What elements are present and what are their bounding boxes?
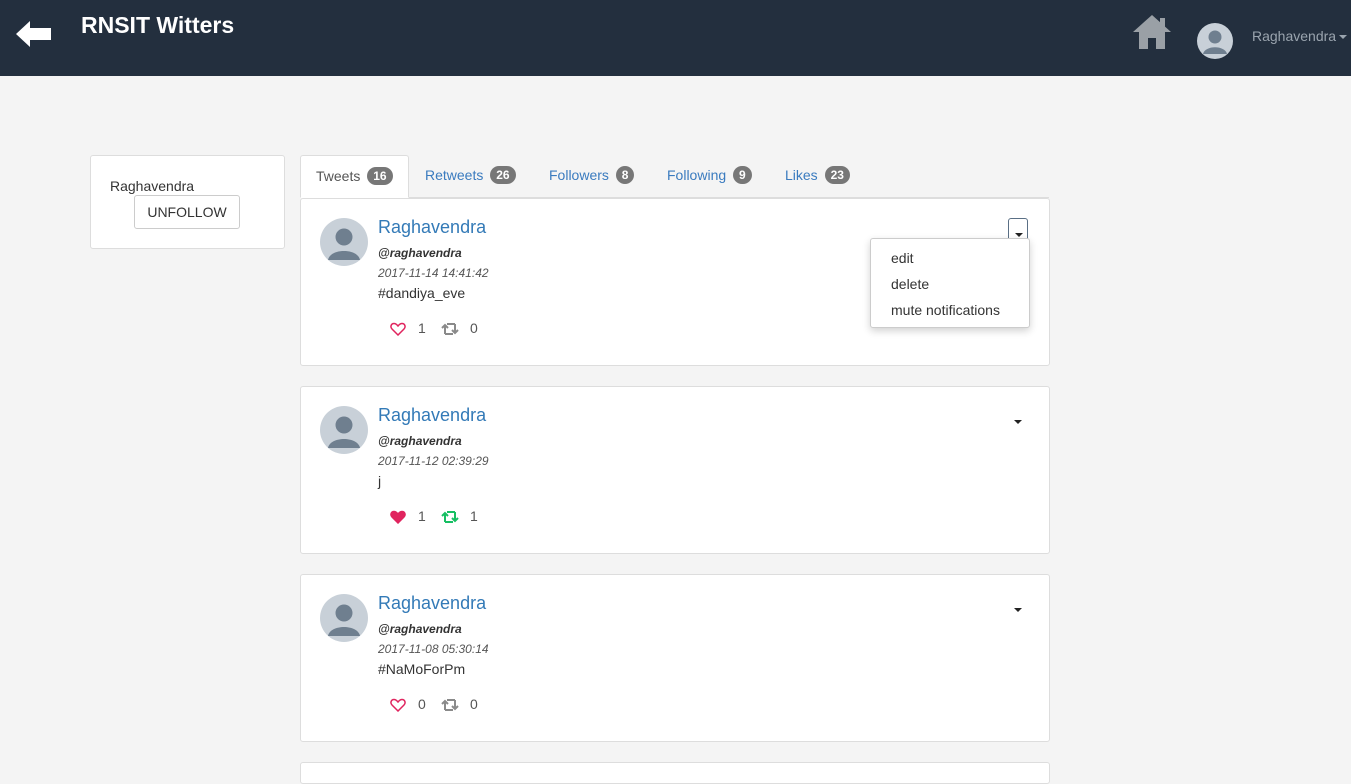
chevron-down-icon <box>1339 35 1348 40</box>
caret-down-icon <box>1014 608 1022 612</box>
unfollow-button[interactable]: UNFOLLOW <box>134 195 240 229</box>
tweet-card <box>300 762 1050 784</box>
menu-item-edit[interactable]: edit <box>891 250 914 266</box>
tweet-timestamp: 2017-11-08 05:30:14 <box>378 642 489 656</box>
profile-tabs: Tweets 16 Retweets 26 Followers 8 Follow… <box>300 155 1049 198</box>
tweet-text: #dandiya_eve <box>378 285 466 301</box>
count-badge: 9 <box>733 166 752 185</box>
heart-outline-icon[interactable] <box>390 322 406 336</box>
tweet-author-handle: @raghavendra <box>378 622 462 636</box>
tab-label: Retweets <box>425 167 484 183</box>
tab-following[interactable]: Following 9 <box>667 155 752 196</box>
avatar-icon[interactable] <box>320 406 368 454</box>
retweet-icon[interactable] <box>441 322 459 336</box>
profile-name: Raghavendra <box>110 178 195 194</box>
avatar-icon[interactable] <box>320 218 368 266</box>
caret-down-icon <box>1015 233 1023 237</box>
retweet-icon[interactable] <box>441 698 459 712</box>
heart-outline-icon[interactable] <box>390 698 406 712</box>
like-count: 1 <box>418 508 426 524</box>
retweet-count: 0 <box>470 696 478 712</box>
like-count: 0 <box>418 696 426 712</box>
count-badge: 26 <box>490 166 516 185</box>
tab-followers[interactable]: Followers 8 <box>549 155 635 196</box>
like-count: 1 <box>418 320 426 336</box>
home-icon[interactable] <box>1132 13 1172 50</box>
tweet-text: #NaMoForPm <box>378 661 466 677</box>
tweet-options-button[interactable] <box>1008 406 1028 434</box>
user-menu-label: Raghavendra <box>1252 28 1337 44</box>
tweet-card: Raghavendra @raghavendra 2017-11-08 05:3… <box>300 574 1050 742</box>
count-badge: 23 <box>824 166 850 185</box>
retweet-icon[interactable] <box>441 510 459 524</box>
menu-item-delete[interactable]: delete <box>891 276 929 292</box>
retweet-count: 1 <box>470 508 478 524</box>
tweet-author-name[interactable]: Raghavendra <box>378 593 486 614</box>
top-navbar: RNSIT Witters Raghavendra <box>0 0 1351 76</box>
profile-card: Raghavendra UNFOLLOW <box>90 155 285 249</box>
tweet-author-name[interactable]: Raghavendra <box>378 217 486 238</box>
count-badge: 8 <box>615 166 635 185</box>
count-badge: 16 <box>367 167 393 186</box>
user-menu-dropdown[interactable]: Raghavendra <box>1252 28 1348 44</box>
tab-label: Tweets <box>316 168 361 184</box>
tab-likes[interactable]: Likes 23 <box>785 155 850 196</box>
tweet-options-button[interactable] <box>1008 594 1028 622</box>
retweet-count: 0 <box>470 320 478 336</box>
tweet-author-handle: @raghavendra <box>378 434 462 448</box>
tab-retweets[interactable]: Retweets 26 <box>425 155 516 196</box>
heart-filled-icon[interactable] <box>390 510 406 524</box>
tweet-author-handle: @raghavendra <box>378 246 462 260</box>
tab-label: Likes <box>785 167 818 183</box>
caret-down-icon <box>1014 420 1022 424</box>
menu-item-mute-notifications[interactable]: mute notifications <box>891 302 1000 318</box>
tweet-card: Raghavendra @raghavendra 2017-11-12 02:3… <box>300 386 1050 554</box>
app-title: RNSIT Witters <box>81 12 235 38</box>
user-avatar-icon[interactable] <box>1197 23 1233 59</box>
back-arrow-icon[interactable] <box>14 18 54 50</box>
tweet-options-menu: edit delete mute notifications <box>870 238 1030 328</box>
tweet-author-name[interactable]: Raghavendra <box>378 405 486 426</box>
tweet-timestamp: 2017-11-12 02:39:29 <box>378 454 489 468</box>
tweet-timestamp: 2017-11-14 14:41:42 <box>378 266 489 280</box>
avatar-icon[interactable] <box>320 594 368 642</box>
tab-label: Following <box>667 167 727 183</box>
tab-label: Followers <box>549 167 609 183</box>
tab-tweets[interactable]: Tweets 16 <box>300 155 409 198</box>
tweet-text: j <box>378 473 382 489</box>
